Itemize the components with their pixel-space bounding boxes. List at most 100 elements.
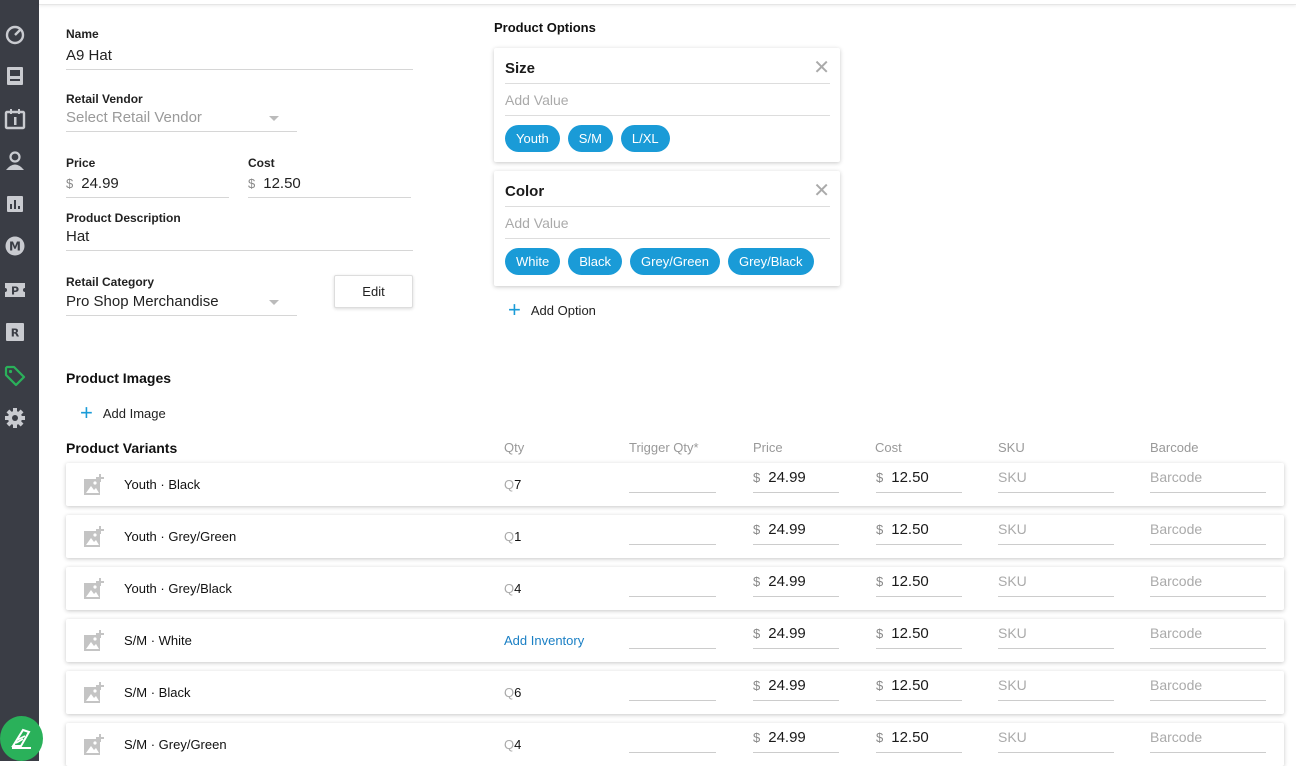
variant-cost-input[interactable]: $12.50 bbox=[876, 729, 962, 753]
variant-price-input[interactable]: $24.99 bbox=[753, 677, 839, 701]
close-icon[interactable]: ✕ bbox=[813, 181, 830, 201]
add-value-input[interactable]: Add Value bbox=[505, 215, 830, 239]
variant-price-value: 24.99 bbox=[768, 625, 806, 642]
close-icon[interactable]: ✕ bbox=[813, 58, 830, 78]
variant-price-input[interactable]: $24.99 bbox=[753, 573, 839, 597]
barcode-input[interactable]: Barcode bbox=[1150, 729, 1266, 753]
description-input[interactable]: Hat bbox=[66, 227, 413, 251]
trigger-qty-input[interactable] bbox=[629, 577, 716, 597]
trigger-qty-input[interactable] bbox=[629, 525, 716, 545]
variant-cost-value: 12.50 bbox=[891, 677, 929, 694]
barcode-input[interactable]: Barcode bbox=[1150, 625, 1266, 649]
add-image-button[interactable]: + Add Image bbox=[80, 402, 166, 424]
sku-input[interactable]: SKU bbox=[998, 521, 1114, 545]
variant-cost-value: 12.50 bbox=[891, 729, 929, 746]
retail-category-label: Retail Category bbox=[66, 275, 155, 289]
variant-price-input[interactable]: $24.99 bbox=[753, 625, 839, 649]
option-value-chip[interactable]: White bbox=[505, 248, 561, 275]
description-label: Product Description bbox=[66, 211, 181, 225]
trigger-qty-input[interactable] bbox=[629, 733, 716, 753]
name-input[interactable]: A9 Hat bbox=[66, 46, 413, 70]
sku-input[interactable]: SKU bbox=[998, 469, 1114, 493]
variant-cost-input[interactable]: $12.50 bbox=[876, 625, 962, 649]
qty-value: Q7 bbox=[504, 477, 521, 492]
table-row[interactable]: Youth · Black Q7 $24.99 $12.50 SKU Barco… bbox=[66, 463, 1284, 506]
price-label: Price bbox=[66, 156, 96, 170]
currency-symbol: $ bbox=[753, 470, 761, 485]
add-inventory-link[interactable]: Add Inventory bbox=[504, 633, 584, 648]
currency-symbol: $ bbox=[876, 574, 884, 589]
option-value-chip[interactable]: Youth bbox=[505, 125, 560, 152]
table-row[interactable]: Youth · Grey/Green Q1 $24.99 $12.50 SKU … bbox=[66, 515, 1284, 558]
option-name[interactable]: Color bbox=[505, 183, 830, 207]
add-option-button[interactable]: + Add Option bbox=[508, 299, 596, 321]
table-row[interactable]: Youth · Grey/Black Q4 $24.99 $12.50 SKU … bbox=[66, 567, 1284, 610]
edit-category-button[interactable]: Edit bbox=[334, 275, 413, 308]
dashboard-gauge-icon[interactable] bbox=[4, 23, 26, 45]
retail-category-select[interactable]: Pro Shop Merchandise bbox=[66, 292, 297, 316]
option-value-chip[interactable]: Black bbox=[568, 248, 623, 275]
table-row[interactable]: S/M · Grey/Green Q4 $24.99 $12.50 SKU Ba… bbox=[66, 723, 1284, 766]
variant-cost-input[interactable]: $12.50 bbox=[876, 573, 962, 597]
settings-gear-icon[interactable] bbox=[4, 407, 26, 429]
retail-tag-icon[interactable] bbox=[4, 365, 26, 387]
retail-vendor-placeholder: Select Retail Vendor bbox=[66, 109, 202, 126]
add-value-input[interactable]: Add Value bbox=[505, 92, 830, 116]
add-photo-icon[interactable] bbox=[83, 682, 105, 704]
option-value-chip[interactable]: Grey/Green bbox=[630, 248, 720, 275]
price-input[interactable]: $24.99 bbox=[66, 174, 229, 198]
variant-price-input[interactable]: $24.99 bbox=[753, 521, 839, 545]
add-photo-icon[interactable] bbox=[83, 474, 105, 496]
add-photo-icon[interactable] bbox=[83, 578, 105, 600]
trigger-qty-input[interactable] bbox=[629, 629, 716, 649]
trigger-qty-input[interactable] bbox=[629, 473, 716, 493]
sku-input[interactable]: SKU bbox=[998, 729, 1114, 753]
option-value-chip[interactable]: L/XL bbox=[620, 125, 670, 152]
barcode-input[interactable]: Barcode bbox=[1150, 573, 1266, 597]
pos-p-icon[interactable]: P bbox=[4, 279, 26, 301]
retail-category-value: Pro Shop Merchandise bbox=[66, 293, 219, 310]
qty-number: 7 bbox=[514, 477, 522, 492]
currency-symbol: $ bbox=[876, 678, 884, 693]
currency-symbol: $ bbox=[753, 522, 761, 537]
barcode-input[interactable]: Barcode bbox=[1150, 469, 1266, 493]
variant-price-value: 24.99 bbox=[768, 677, 806, 694]
add-photo-icon[interactable] bbox=[83, 630, 105, 652]
add-photo-icon[interactable] bbox=[83, 526, 105, 548]
variant-price-input[interactable]: $24.99 bbox=[753, 469, 839, 493]
barcode-input[interactable]: Barcode bbox=[1150, 521, 1266, 545]
sku-input[interactable]: SKU bbox=[998, 625, 1114, 649]
variant-cost-input[interactable]: $12.50 bbox=[876, 469, 962, 493]
marketing-m-icon[interactable]: M bbox=[4, 235, 26, 257]
members-icon[interactable] bbox=[4, 150, 26, 172]
product-images-title: Product Images bbox=[66, 370, 172, 386]
option-value-chip[interactable]: S/M bbox=[567, 125, 613, 152]
add-image-label: Add Image bbox=[102, 405, 166, 421]
variant-name: Youth · Grey/Black bbox=[124, 581, 232, 596]
column-header-trigger-qty: Trigger Qty* bbox=[629, 440, 699, 455]
product-variants-title: Product Variants bbox=[66, 440, 178, 456]
cost-input[interactable]: $12.50 bbox=[248, 174, 411, 198]
barcode-input[interactable]: Barcode bbox=[1150, 677, 1266, 701]
add-photo-icon[interactable] bbox=[83, 734, 105, 756]
option-values: Youth S/M L/XL bbox=[505, 125, 670, 152]
table-row[interactable]: S/M · White Add Inventory $24.99 $12.50 … bbox=[66, 619, 1284, 662]
table-row[interactable]: S/M · Black Q6 $24.99 $12.50 SKU Barcode bbox=[66, 671, 1284, 714]
reports-chart-icon[interactable] bbox=[4, 193, 26, 215]
variant-cost-value: 12.50 bbox=[891, 573, 929, 590]
variant-price-value: 24.99 bbox=[768, 469, 806, 486]
variant-cost-input[interactable]: $12.50 bbox=[876, 521, 962, 545]
option-name[interactable]: Size bbox=[505, 60, 830, 84]
trigger-qty-input[interactable] bbox=[629, 681, 716, 701]
qty-number: 4 bbox=[514, 581, 522, 596]
variant-price-input[interactable]: $24.99 bbox=[753, 729, 839, 753]
app-logo[interactable] bbox=[0, 716, 43, 761]
reservations-r-icon[interactable]: R bbox=[4, 321, 26, 343]
variant-cost-input[interactable]: $12.50 bbox=[876, 677, 962, 701]
sku-input[interactable]: SKU bbox=[998, 677, 1114, 701]
calendar-icon[interactable] bbox=[4, 108, 26, 130]
sku-input[interactable]: SKU bbox=[998, 573, 1114, 597]
retail-vendor-select[interactable]: Select Retail Vendor bbox=[66, 108, 297, 132]
option-value-chip[interactable]: Grey/Black bbox=[727, 248, 814, 275]
book-icon[interactable] bbox=[4, 65, 26, 87]
